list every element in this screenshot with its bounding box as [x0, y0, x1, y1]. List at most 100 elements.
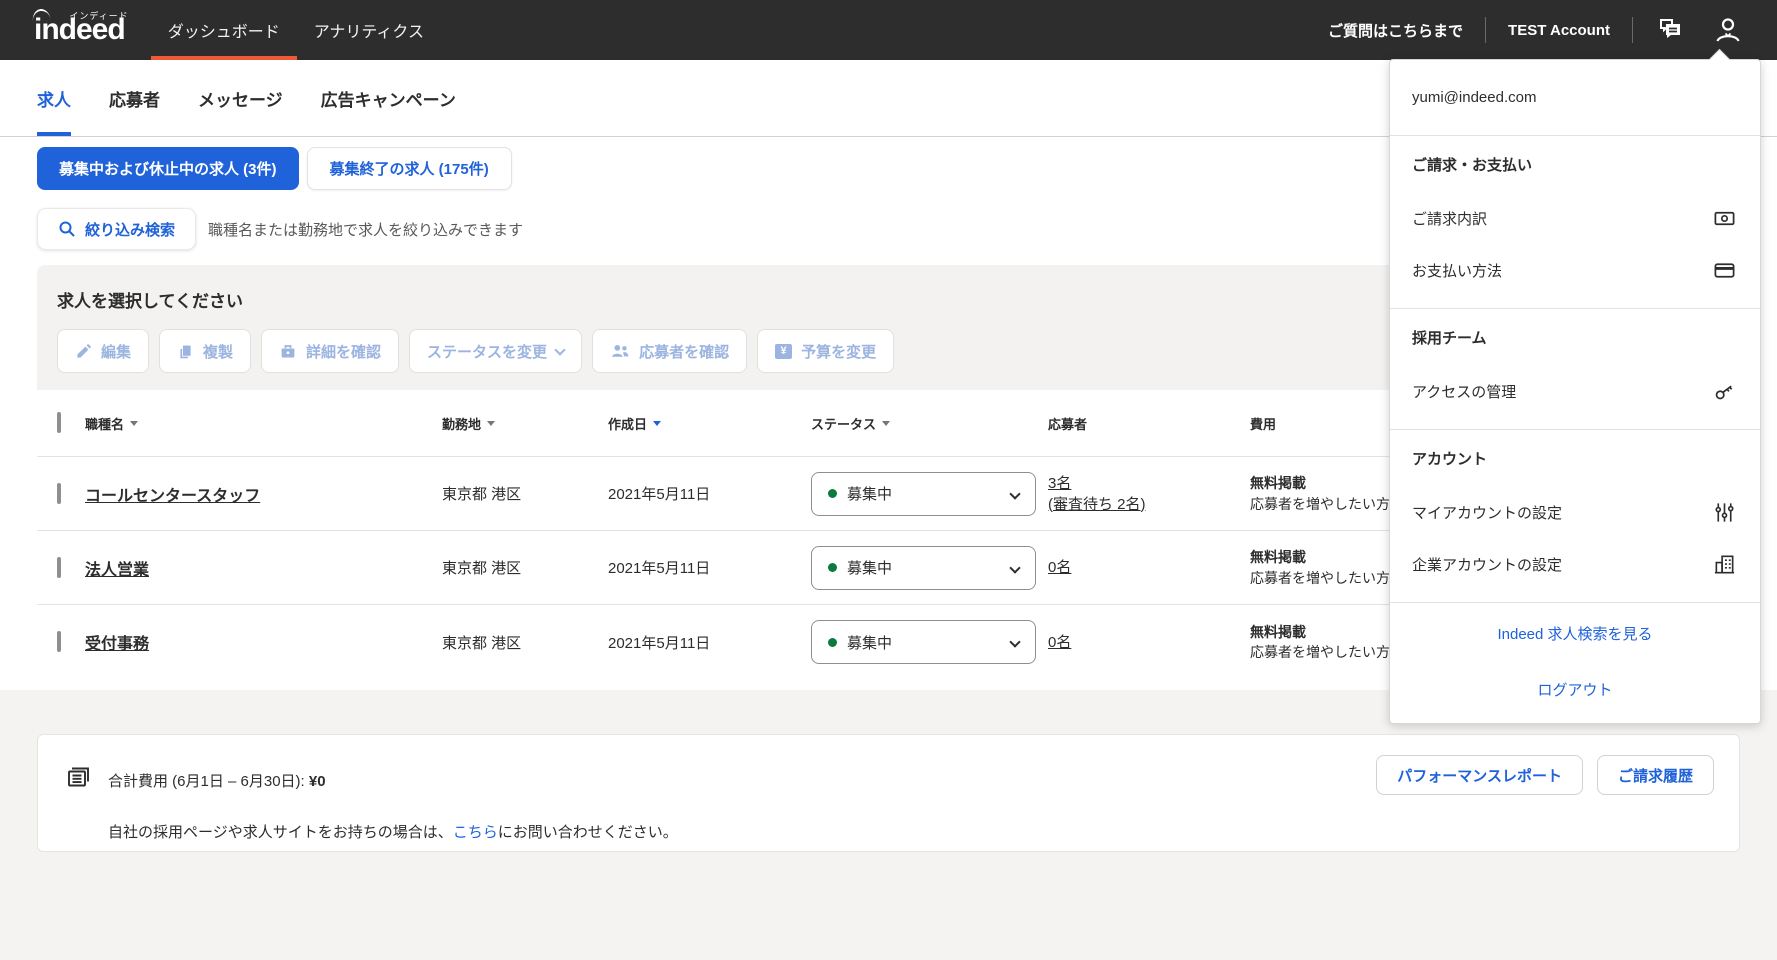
- menu-item-label: アクセスの管理: [1412, 383, 1517, 401]
- indeed-logo[interactable]: indeed インディード: [34, 0, 128, 60]
- menu-item-label: お支払い方法: [1412, 262, 1503, 280]
- topnav-item-dashboard[interactable]: ダッシュボード: [150, 0, 297, 60]
- sort-icon: [487, 420, 496, 426]
- job-location: 東京都 港区: [442, 486, 522, 503]
- copy-icon: [180, 345, 191, 358]
- account-icon[interactable]: [1711, 13, 1745, 47]
- indeed-employer-dashboard: indeed インディード ダッシュボード アナリティクス ご質問はこちらまで …: [0, 0, 1777, 960]
- topbar-divider: [1485, 17, 1487, 43]
- menu-link-view-job-search[interactable]: Indeed 求人検索を見る: [1390, 605, 1760, 661]
- duplicate-button[interactable]: 複製: [159, 329, 252, 373]
- account-name[interactable]: TEST Account: [1508, 22, 1610, 39]
- filter-closed-jobs[interactable]: 募集終了の求人 (175件): [306, 147, 512, 190]
- column-header-created[interactable]: 作成日: [608, 414, 811, 433]
- row-checkbox[interactable]: [57, 482, 61, 504]
- chevron-down-icon: [1009, 487, 1021, 500]
- account-menu: yumi@indeed.com ご請求・お支払い ご請求内訳 お支払い方法 採用…: [1389, 48, 1761, 724]
- applicants-count-link[interactable]: 3名: [1048, 473, 1071, 494]
- view-details-label: 詳細を確認: [306, 343, 382, 361]
- filter-open-paused-jobs[interactable]: 募集中および休止中の求人 (3件): [37, 147, 299, 190]
- total-cost-line: 合計費用 (6月1日 – 6月30日): ¥0: [108, 770, 326, 791]
- applicants-count-link[interactable]: 0名: [1048, 557, 1071, 578]
- job-created-date: 2021年5月11日: [608, 634, 711, 652]
- total-cost-value: ¥0: [308, 773, 326, 790]
- menu-item-label: マイアカウントの設定: [1412, 504, 1563, 522]
- building-icon: [1713, 553, 1736, 576]
- view-applicants-label: 応募者を確認: [639, 343, 730, 361]
- top-app-bar: indeed インディード ダッシュボード アナリティクス ご質問はこちらまで …: [0, 0, 1777, 60]
- view-details-button[interactable]: 詳細を確認: [261, 329, 400, 373]
- column-header-job-title[interactable]: 職種名: [85, 414, 442, 433]
- applicants-pending-link[interactable]: (審査待ち 2名): [1048, 494, 1146, 515]
- billing-history-button[interactable]: ご請求履歴: [1596, 755, 1714, 795]
- change-status-label: ステータスを変更: [427, 343, 548, 361]
- contact-note-before: 自社の採用ページや求人サイトをお持ちの場合は、: [108, 824, 453, 841]
- tab-applicants[interactable]: 応募者: [109, 60, 160, 136]
- row-checkbox[interactable]: [57, 556, 61, 578]
- performance-report-button[interactable]: パフォーマンスレポート: [1376, 755, 1583, 795]
- tab-jobs[interactable]: 求人: [37, 60, 71, 136]
- menu-item-payment-methods[interactable]: お支払い方法: [1390, 244, 1760, 296]
- briefcase-icon: [281, 344, 295, 357]
- menu-item-company-account-settings[interactable]: 企業アカウントの設定: [1390, 538, 1760, 590]
- sliders-icon: [1713, 501, 1736, 524]
- messages-icon[interactable]: [1655, 13, 1689, 47]
- topbar-right: ご質問はこちらまで TEST Account: [1328, 0, 1777, 60]
- job-created-date: 2021年5月11日: [608, 486, 711, 503]
- column-header-applicants: 応募者: [1048, 416, 1088, 432]
- change-budget-button[interactable]: ¥ 予算を変更: [757, 329, 895, 373]
- people-icon: [612, 345, 629, 357]
- refine-search-label: 絞り込み検索: [85, 221, 176, 239]
- status-open-dot: [828, 489, 837, 498]
- contact-note-after: にお問い合わせください。: [497, 824, 678, 841]
- menu-section-account: アカウント マイアカウントの設定 企業アカウントの設定: [1390, 430, 1760, 603]
- select-all-checkbox[interactable]: [57, 412, 61, 433]
- status-value: 募集中: [847, 560, 893, 577]
- job-created-date: 2021年5月11日: [608, 560, 711, 577]
- chevron-down-icon: [1009, 561, 1021, 574]
- yen-icon: ¥: [775, 343, 793, 359]
- status-select[interactable]: 募集中: [811, 545, 1036, 590]
- status-select[interactable]: 募集中: [811, 620, 1036, 664]
- status-select[interactable]: 募集中: [811, 471, 1036, 516]
- sort-icon-active: [653, 420, 662, 426]
- column-header-location[interactable]: 勤務地: [442, 414, 608, 433]
- job-title-link[interactable]: コールセンタースタッフ: [85, 488, 260, 505]
- help-link[interactable]: ご質問はこちらまで: [1328, 20, 1463, 41]
- job-location: 東京都 港区: [442, 560, 522, 577]
- status-open-dot: [828, 563, 837, 572]
- summary-buttons: パフォーマンスレポート ご請求履歴: [1376, 755, 1714, 795]
- refine-search-hint: 職種名または勤務地で求人を絞り込みできます: [208, 221, 524, 239]
- change-status-button[interactable]: ステータスを変更: [409, 329, 583, 373]
- tab-messages[interactable]: メッセージ: [198, 60, 283, 136]
- edit-button[interactable]: 編集: [57, 329, 150, 373]
- sort-icon: [882, 420, 891, 426]
- contact-link[interactable]: こちら: [453, 824, 498, 841]
- job-title-link[interactable]: 法人営業: [85, 562, 149, 579]
- sort-icon: [130, 420, 139, 426]
- menu-item-label: ご請求内訳: [1412, 210, 1488, 228]
- credit-card-icon: [1713, 259, 1736, 282]
- topnav-item-analytics[interactable]: アナリティクス: [297, 0, 441, 60]
- chevron-down-icon: [1009, 636, 1021, 648]
- view-applicants-button[interactable]: 応募者を確認: [592, 329, 748, 373]
- top-nav: ダッシュボード アナリティクス: [150, 0, 441, 60]
- menu-link-logout[interactable]: ログアウト: [1390, 661, 1760, 717]
- tab-ad-campaign[interactable]: 広告キャンペーン: [321, 60, 456, 136]
- status-value: 募集中: [847, 486, 893, 503]
- column-header-status[interactable]: ステータス: [811, 414, 1048, 433]
- menu-item-my-account-settings[interactable]: マイアカウントの設定: [1390, 486, 1760, 538]
- job-state-filters: 募集中および休止中の求人 (3件) 募集終了の求人 (175件): [37, 147, 512, 190]
- menu-links: Indeed 求人検索を見る ログアウト: [1390, 603, 1760, 723]
- menu-item-access-management[interactable]: アクセスの管理: [1390, 365, 1760, 417]
- menu-section-billing: ご請求・お支払い ご請求内訳 お支払い方法: [1390, 136, 1760, 309]
- refine-search-button[interactable]: 絞り込み検索: [37, 208, 197, 250]
- job-title-link[interactable]: 受付事務: [85, 636, 149, 653]
- refine-search-row: 絞り込み検索 職種名または勤務地で求人を絞り込みできます: [37, 208, 523, 250]
- status-value: 募集中: [847, 634, 893, 652]
- edit-label: 編集: [101, 343, 132, 361]
- applicants-count-link[interactable]: 0名: [1048, 632, 1071, 653]
- row-checkbox[interactable]: [57, 631, 61, 652]
- menu-item-billing-details[interactable]: ご請求内訳: [1390, 192, 1760, 244]
- menu-item-label: 企業アカウントの設定: [1412, 556, 1563, 574]
